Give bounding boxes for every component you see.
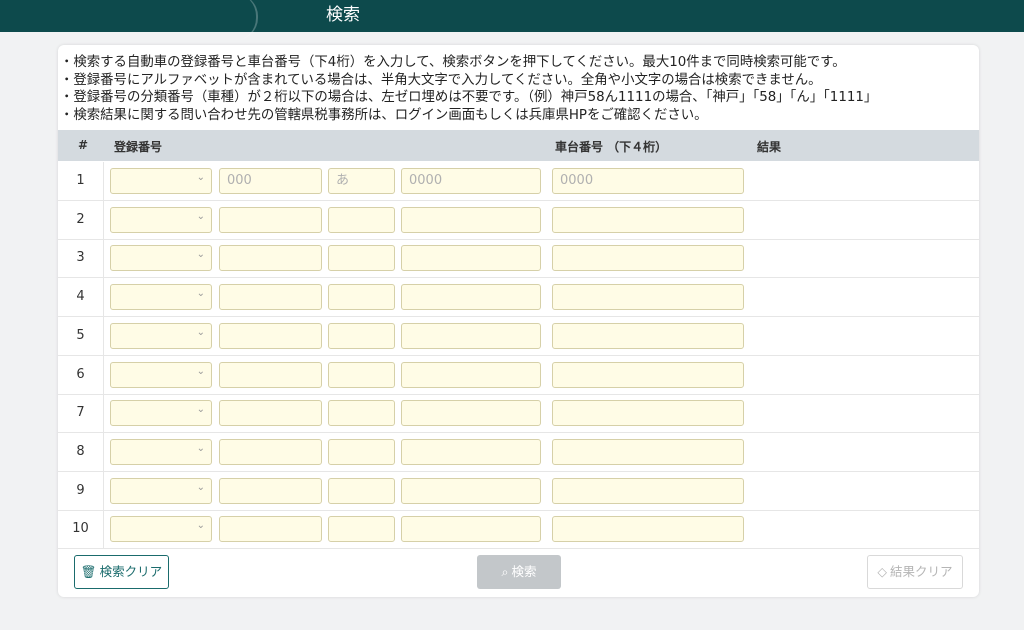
search-button[interactable]: ⌕ 検索 <box>477 555 561 589</box>
serial-number-input[interactable] <box>401 245 541 272</box>
class-number-input[interactable] <box>219 361 322 388</box>
table-row: 7 <box>58 394 979 434</box>
result-clear-button[interactable]: ◇ 結果クリア <box>867 555 963 589</box>
chassis-number-input[interactable]: 0000 <box>552 168 744 194</box>
table-row: 5 <box>58 316 979 356</box>
chassis-number-input[interactable] <box>552 284 744 311</box>
row-number: 5 <box>58 316 104 355</box>
col-registration-header: 登録番号 <box>114 140 163 154</box>
chassis-number-input[interactable] <box>552 516 744 543</box>
search-card: ・検索する自動車の登録番号と車台番号（下4桁）を入力して、検索ボタンを押下してく… <box>58 45 979 597</box>
chassis-number-input[interactable] <box>552 206 744 233</box>
serial-number-input[interactable] <box>401 206 541 233</box>
class-number-input[interactable] <box>219 400 322 427</box>
row-number: 7 <box>58 394 104 433</box>
kana-input[interactable] <box>328 284 395 311</box>
table-row: 3 <box>58 239 979 279</box>
table-row: 4 <box>58 278 979 318</box>
kana-input[interactable] <box>328 438 395 465</box>
instruction-line: ・検索する自動車の登録番号と車台番号（下4桁）を入力して、検索ボタンを押下してく… <box>60 55 846 70</box>
chassis-number-input[interactable] <box>552 245 744 272</box>
row-number: 10 <box>58 510 104 549</box>
serial-number-input[interactable] <box>401 284 541 311</box>
top-bar: 検索 <box>0 0 1024 40</box>
region-select[interactable] <box>110 282 212 311</box>
region-select[interactable] <box>110 398 212 427</box>
col-result-header: 結果 <box>757 140 782 154</box>
serial-number-input[interactable] <box>401 400 541 427</box>
header-decoration <box>236 0 258 40</box>
class-number-input[interactable] <box>219 245 322 272</box>
serial-number-input[interactable] <box>401 477 541 504</box>
chassis-number-input[interactable] <box>552 400 744 427</box>
chassis-number-input[interactable] <box>552 322 744 349</box>
page-title: 検索 <box>326 5 360 25</box>
kana-input[interactable] <box>328 322 395 349</box>
region-select[interactable] <box>110 360 212 388</box>
table-row: 8 <box>58 432 979 472</box>
region-select[interactable] <box>110 166 212 194</box>
region-select[interactable] <box>110 205 212 233</box>
kana-input[interactable]: あ <box>328 168 395 194</box>
serial-number-input[interactable] <box>401 516 541 543</box>
serial-number-input[interactable] <box>401 322 541 349</box>
region-select[interactable] <box>110 243 212 272</box>
row-number: 2 <box>58 200 104 239</box>
kana-input[interactable] <box>328 477 395 504</box>
row-number: 1 <box>58 162 104 200</box>
kana-input[interactable] <box>328 516 395 543</box>
class-number-input[interactable] <box>219 516 322 543</box>
table-row: 2 <box>58 200 979 240</box>
table-row: 1000あ00000000 <box>58 162 979 201</box>
serial-number-input[interactable]: 0000 <box>401 168 541 194</box>
col-chassis-header: 車台番号 （下４桁） <box>555 140 668 154</box>
chassis-number-input[interactable] <box>552 361 744 388</box>
class-number-input[interactable] <box>219 477 322 504</box>
trash-icon: 🗑︎ <box>80 564 97 579</box>
class-number-input[interactable] <box>219 206 322 233</box>
row-number: 4 <box>58 278 104 317</box>
row-number: 9 <box>58 471 104 510</box>
class-number-input[interactable] <box>219 438 322 465</box>
region-select[interactable] <box>110 514 212 543</box>
serial-number-input[interactable] <box>401 438 541 465</box>
class-number-input[interactable]: 000 <box>219 168 322 194</box>
region-select[interactable] <box>110 321 212 349</box>
row-number: 3 <box>58 239 104 278</box>
region-select[interactable] <box>110 476 212 504</box>
instruction-line: ・検索結果に関する問い合わせ先の管轄県税事務所は、ログイン画面もしくは兵庫県HP… <box>60 107 708 123</box>
instruction-line: ・登録番号にアルファベットが含まれている場合は、半角大文字で入力してください。全… <box>60 72 822 88</box>
magnifier-icon: ⌕ <box>501 564 509 579</box>
kana-input[interactable] <box>328 206 395 233</box>
class-number-input[interactable] <box>219 322 322 349</box>
table-row: 10 <box>58 510 979 550</box>
instructions: ・検索する自動車の登録番号と車台番号（下4桁）を入力して、検索ボタンを押下してく… <box>58 54 979 124</box>
class-number-input[interactable] <box>219 284 322 311</box>
table-row: 6 <box>58 355 979 395</box>
serial-number-input[interactable] <box>401 361 541 388</box>
instruction-line: ・登録番号の分類番号（車種）が２桁以下の場合は、左ゼロ埋めは不要です。（例）神戸… <box>60 90 878 105</box>
col-num-header: # <box>78 138 89 152</box>
kana-input[interactable] <box>328 400 395 427</box>
kana-input[interactable] <box>328 245 395 272</box>
row-number: 6 <box>58 355 104 394</box>
eraser-icon: ◇ <box>877 564 888 579</box>
table-header: # 登録番号 車台番号 （下４桁） 結果 <box>58 130 979 161</box>
row-number: 8 <box>58 432 104 471</box>
chassis-number-input[interactable] <box>552 438 744 465</box>
chassis-number-input[interactable] <box>552 477 744 504</box>
kana-input[interactable] <box>328 361 395 388</box>
table-row: 9 <box>58 471 979 511</box>
region-select[interactable] <box>110 437 212 465</box>
search-clear-button[interactable]: 🗑︎ 検索クリア <box>74 555 169 589</box>
